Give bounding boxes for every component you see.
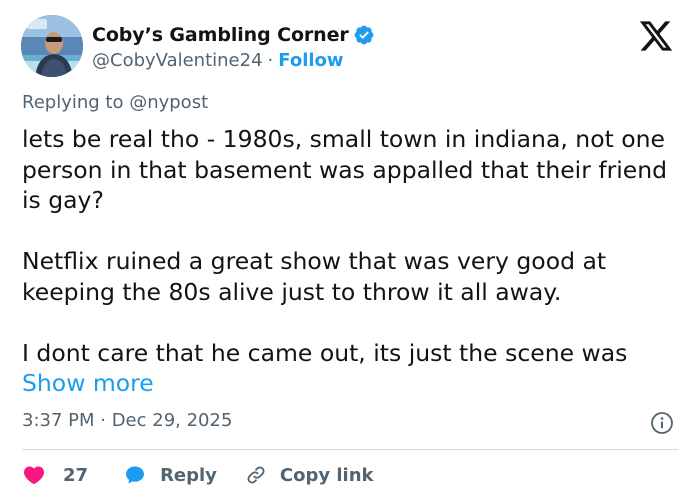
tweet-paragraph-text: I dont care that he came out, its just t… <box>22 338 635 367</box>
user-handle[interactable]: @CobyValentine24 <box>92 50 263 71</box>
chat-bubble-icon <box>126 466 145 484</box>
replying-to-label: Replying to @nypost <box>22 92 209 113</box>
avatar-image <box>21 15 83 77</box>
tweet-paragraph: lets be real tho - 1980s, small town in … <box>22 125 675 214</box>
link-icon <box>247 466 265 484</box>
heart-icon <box>23 466 45 485</box>
handle-row: @CobyValentine24 · Follow <box>92 48 344 72</box>
reply-label: Reply <box>160 464 217 486</box>
display-name-row[interactable]: Coby’s Gambling Corner <box>92 21 375 49</box>
divider <box>22 449 678 450</box>
reply-button[interactable]: Reply <box>123 463 217 487</box>
tweet-paragraph-truncated: I dont care that he came out, its just t… <box>22 338 682 399</box>
follow-button[interactable]: Follow <box>278 50 343 71</box>
tweet-paragraph: Netflix ruined a great show that was ver… <box>22 247 614 306</box>
action-bar: 27 Reply Copy link <box>22 460 374 490</box>
show-more-link[interactable]: Show more <box>22 369 154 397</box>
copy-link-button[interactable]: Copy link <box>245 464 374 486</box>
separator-dot: · <box>267 49 274 71</box>
avatar[interactable] <box>21 15 83 77</box>
x-logo-icon[interactable] <box>636 18 676 54</box>
like-count: 27 <box>63 464 89 486</box>
like-button[interactable]: 27 <box>22 463 88 487</box>
tweet-text: lets be real tho - 1980s, small town in … <box>22 124 682 399</box>
tweet-timestamp[interactable]: 3:37 PM · Dec 29, 2025 <box>22 410 232 431</box>
info-icon[interactable] <box>650 411 674 435</box>
copy-link-label: Copy link <box>279 464 374 486</box>
verified-badge-icon <box>354 25 374 45</box>
display-name[interactable]: Coby’s Gambling Corner <box>92 24 349 46</box>
